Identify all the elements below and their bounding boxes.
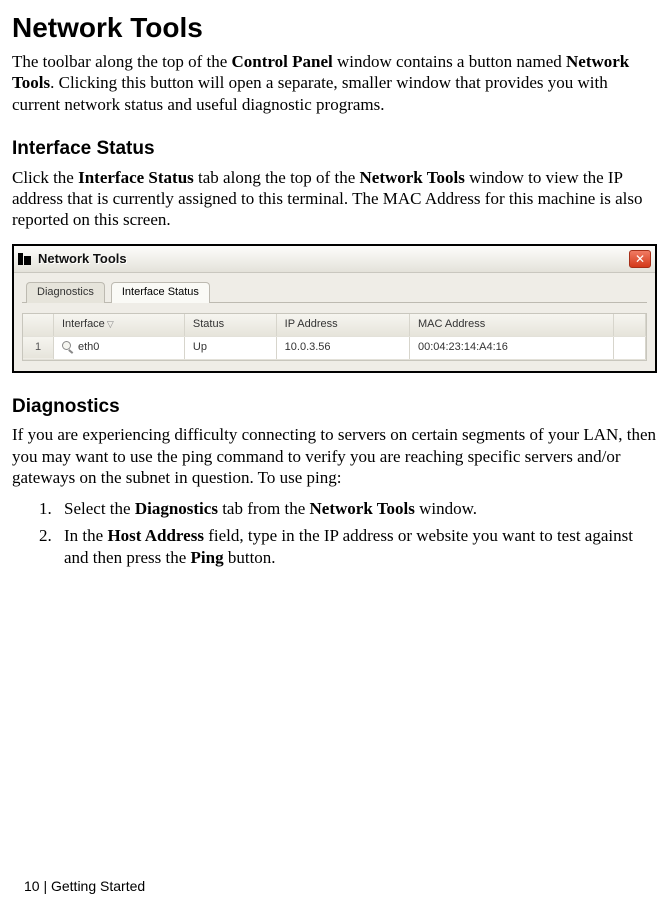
cell-interface: eth0	[54, 336, 185, 359]
steps-list: Select the Diagnostics tab from the Netw…	[12, 498, 657, 568]
cell-value: eth0	[78, 341, 99, 353]
step-2: In the Host Address field, type in the I…	[56, 525, 657, 568]
text: In the	[64, 526, 107, 545]
screenshot-window: Network Tools ✕ Diagnostics Interface St…	[12, 244, 657, 372]
intro-paragraph: The toolbar along the top of the Control…	[12, 51, 657, 115]
text: tab from the	[218, 499, 310, 518]
col-mac[interactable]: MAC Address	[409, 314, 613, 336]
step-1: Select the Diagnostics tab from the Netw…	[56, 498, 657, 519]
interface-table: Interface▽ Status IP Address MAC Address…	[22, 313, 647, 361]
col-label: Interface	[62, 318, 105, 330]
cell-status: Up	[184, 336, 276, 359]
close-button[interactable]: ✕	[629, 250, 651, 268]
section-heading-interface-status: Interface Status	[12, 137, 657, 161]
tab-diagnostics[interactable]: Diagnostics	[26, 282, 105, 303]
bold-network-tools: Network Tools	[360, 168, 465, 187]
page-footer: 10 | Getting Started	[24, 878, 145, 896]
window-title: Network Tools	[38, 251, 629, 267]
cell-mac: 00:04:23:14:A4:16	[409, 336, 613, 359]
app-icon	[18, 253, 32, 265]
col-rownum[interactable]	[23, 314, 54, 336]
col-interface[interactable]: Interface▽	[54, 314, 185, 336]
bold-control-panel: Control Panel	[232, 52, 333, 71]
col-ip[interactable]: IP Address	[276, 314, 409, 336]
window-titlebar[interactable]: Network Tools ✕	[14, 246, 655, 273]
bold-interface-status: Interface Status	[78, 168, 194, 187]
table-header-row: Interface▽ Status IP Address MAC Address	[23, 314, 646, 336]
bold-ping: Ping	[191, 548, 224, 567]
magnifier-icon	[62, 341, 74, 353]
text: window.	[415, 499, 477, 518]
close-icon: ✕	[635, 253, 645, 265]
text: button.	[224, 548, 276, 567]
text: . Clicking this button will open a separ…	[12, 73, 608, 113]
diagnostics-paragraph: If you are experiencing difficulty conne…	[12, 424, 657, 488]
section-heading-diagnostics: Diagnostics	[12, 395, 657, 419]
tab-strip: Diagnostics Interface Status	[22, 281, 647, 303]
window-body: Diagnostics Interface Status Interface▽ …	[14, 273, 655, 370]
bold-diagnostics: Diagnostics	[135, 499, 218, 518]
text: The toolbar along the top of the	[12, 52, 232, 71]
cell-fill	[613, 336, 645, 359]
cell-ip: 10.0.3.56	[276, 336, 409, 359]
interface-status-paragraph: Click the Interface Status tab along the…	[12, 167, 657, 231]
sort-asc-icon: ▽	[105, 319, 114, 329]
page-title: Network Tools	[12, 10, 657, 45]
table-row[interactable]: 1 eth0 Up 10.0.3.56 00:04:23:14:A4:16	[23, 336, 646, 359]
col-status[interactable]: Status	[184, 314, 276, 336]
tab-interface-status[interactable]: Interface Status	[111, 282, 210, 303]
text: Click the	[12, 168, 78, 187]
col-fill	[613, 314, 645, 336]
text: Select the	[64, 499, 135, 518]
bold-host-address: Host Address	[107, 526, 204, 545]
bold-network-tools: Network Tools	[310, 499, 415, 518]
cell-rownum: 1	[23, 336, 54, 359]
text: tab along the top of the	[194, 168, 360, 187]
text: window contains a button named	[333, 52, 566, 71]
